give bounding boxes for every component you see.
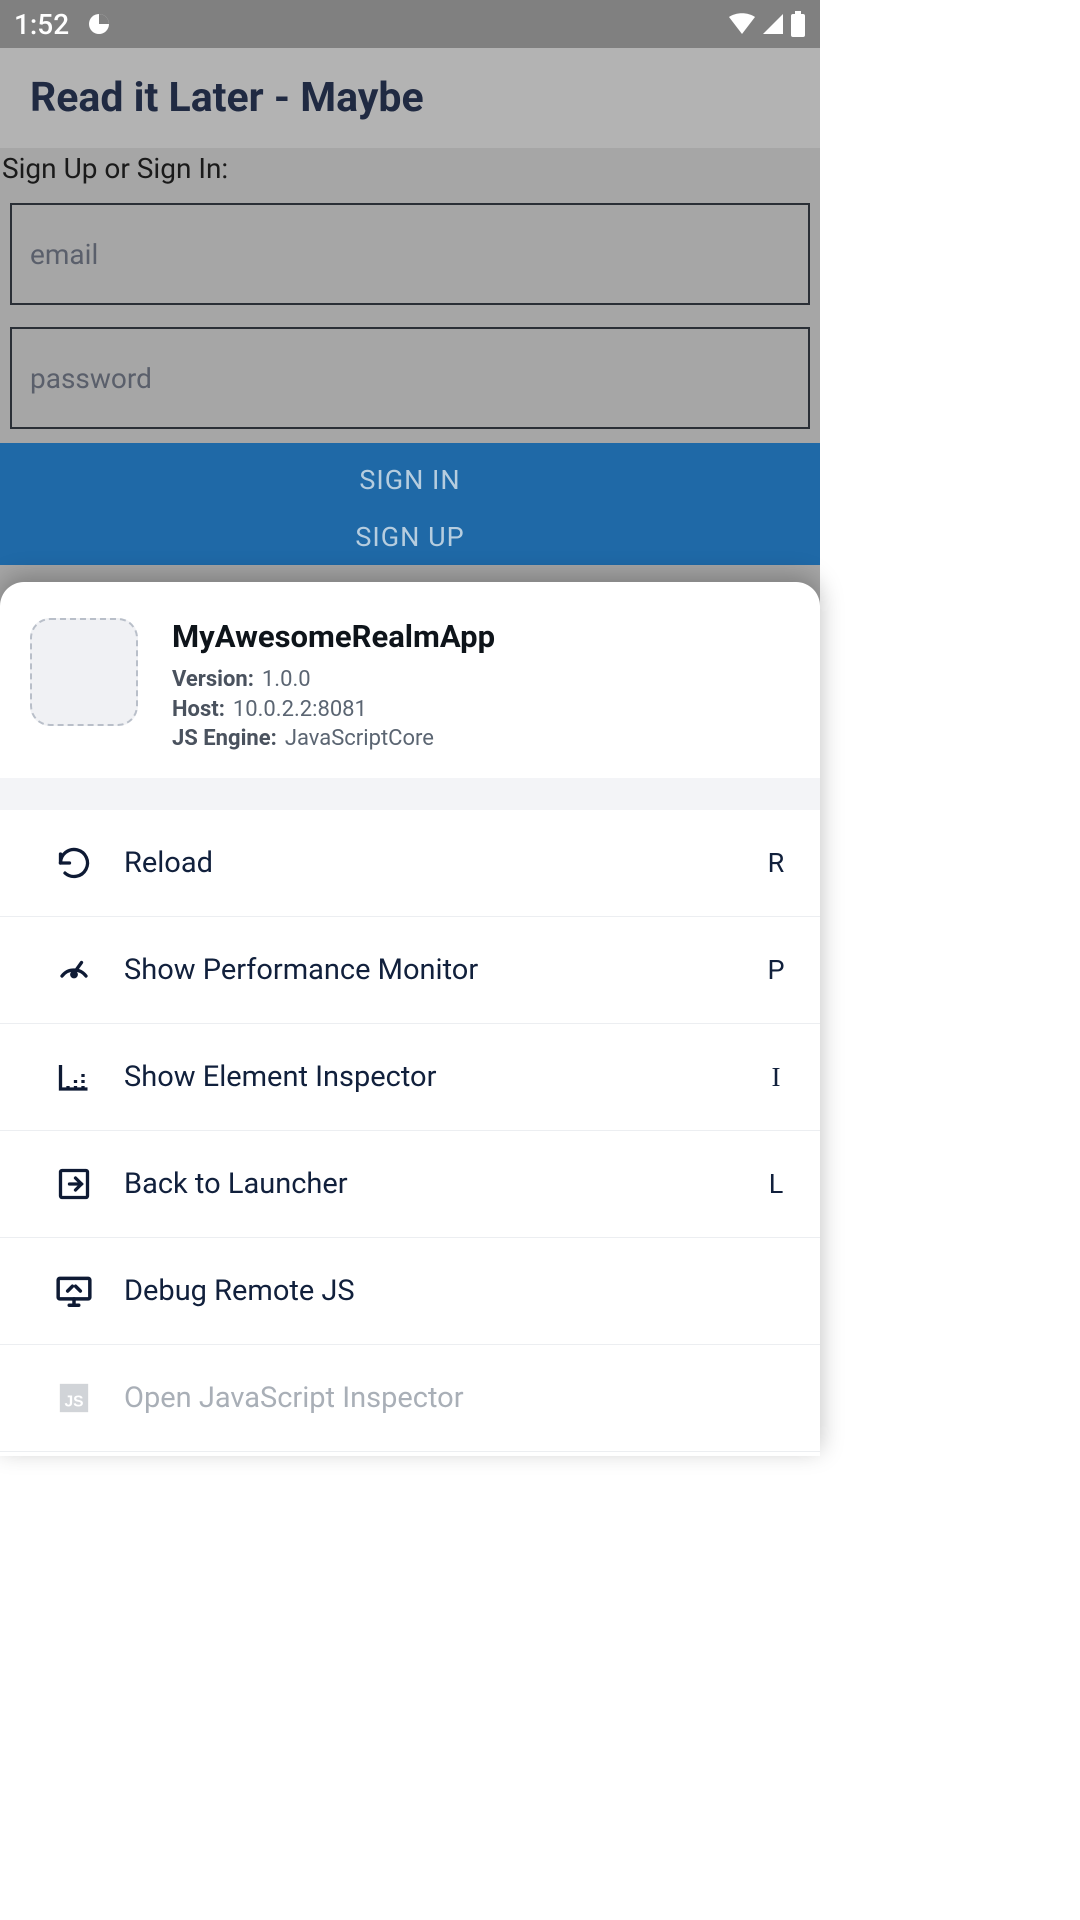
dev-menu-list: Reload R Show Performance Monitor P Show… — [0, 810, 820, 1452]
dev-app-name: MyAwesomeRealmApp — [172, 618, 495, 655]
menu-item-label: Debug Remote JS — [124, 1274, 732, 1308]
menu-item-label: Open JavaScript Inspector — [124, 1381, 732, 1415]
dev-host-row: Host:10.0.2.2:8081 — [172, 695, 495, 725]
svg-text:JS: JS — [64, 1394, 83, 1411]
menu-item-label: Reload — [124, 846, 732, 880]
menu-item-shortcut: I — [762, 1062, 790, 1093]
menu-item-open-js-inspector[interactable]: JS Open JavaScript Inspector — [0, 1345, 820, 1452]
inspector-icon — [54, 1057, 94, 1097]
email-placeholder: email — [30, 238, 98, 271]
menu-item-shortcut: L — [762, 1168, 790, 1200]
dev-menu-sheet: MyAwesomeRealmApp Version:1.0.0 Host:10.… — [0, 582, 820, 1456]
menu-item-debug-remote-js[interactable]: Debug Remote JS — [0, 1238, 820, 1345]
password-field[interactable]: password — [10, 327, 810, 429]
app-title-bar: Read it Later - Maybe — [0, 48, 820, 148]
status-bar: 1:52 — [0, 0, 820, 48]
app-title: Read it Later - Maybe — [30, 74, 790, 122]
menu-item-label: Show Element Inspector — [124, 1060, 732, 1094]
dev-engine-row: JS Engine:JavaScriptCore — [172, 724, 495, 754]
menu-item-element-inspector[interactable]: Show Element Inspector I — [0, 1024, 820, 1131]
sign-in-up-label: Sign Up or Sign In: — [0, 148, 820, 189]
reload-icon — [54, 843, 94, 883]
menu-item-perf-monitor[interactable]: Show Performance Monitor P — [0, 917, 820, 1024]
sign-up-button[interactable]: SIGN UP — [0, 517, 820, 565]
battery-icon — [790, 11, 806, 37]
password-placeholder: password — [30, 362, 152, 395]
gauge-icon — [54, 950, 94, 990]
cell-signal-icon — [762, 13, 784, 35]
menu-item-shortcut: P — [762, 954, 790, 986]
sign-in-button[interactable]: SIGN IN — [0, 443, 820, 517]
menu-item-reload[interactable]: Reload R — [0, 810, 820, 917]
status-clock: 1:52 — [14, 8, 69, 41]
dev-version-row: Version:1.0.0 — [172, 665, 495, 695]
dev-menu-header: MyAwesomeRealmApp Version:1.0.0 Host:10.… — [0, 582, 820, 778]
monitor-debug-icon — [54, 1271, 94, 1311]
status-app-indicator-icon — [87, 12, 111, 36]
email-field[interactable]: email — [10, 203, 810, 305]
dev-menu-divider — [0, 778, 820, 810]
js-icon: JS — [54, 1378, 94, 1418]
wifi-icon — [728, 13, 756, 35]
menu-item-back-to-launcher[interactable]: Back to Launcher L — [0, 1131, 820, 1238]
app-icon-placeholder — [30, 618, 138, 726]
exit-icon — [54, 1164, 94, 1204]
menu-item-label: Back to Launcher — [124, 1167, 732, 1201]
menu-item-label: Show Performance Monitor — [124, 953, 732, 987]
menu-item-shortcut: R — [762, 847, 790, 879]
